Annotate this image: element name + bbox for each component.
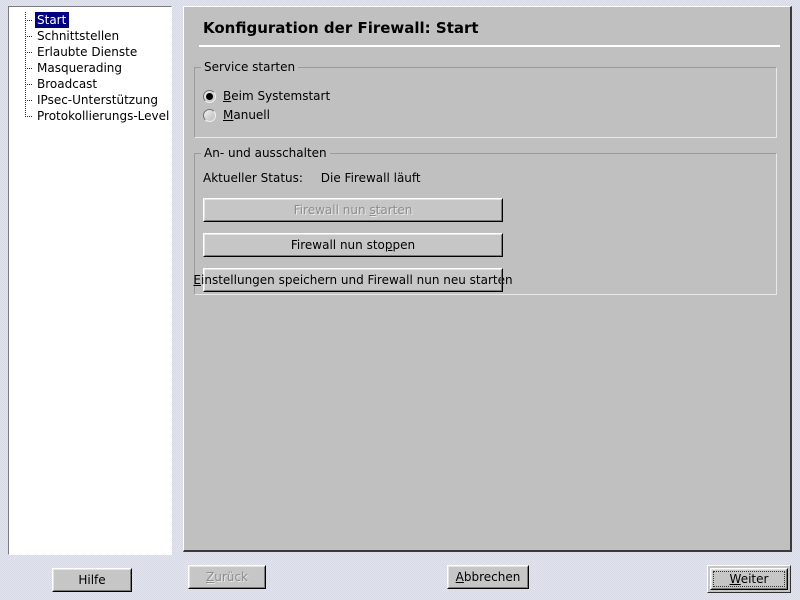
tree-item-masquerading[interactable]: Masquerading — [9, 60, 171, 76]
cancel-button[interactable]: Abbrechen — [447, 565, 529, 589]
tree-item-protokollierungs-level[interactable]: Protokollierungs-Level — [9, 108, 171, 124]
navigation-tree-panel: Start Schnittstellen Erlaubte Dienste Ma… — [8, 6, 172, 555]
tree-item-broadcast[interactable]: Broadcast — [9, 76, 171, 92]
help-button-label: Hilfe — [78, 573, 106, 587]
tree-item-label: Protokollierungs-Level — [37, 109, 170, 123]
tree-item-label: Broadcast — [37, 77, 98, 91]
next-button[interactable]: Weiter — [710, 568, 788, 590]
navigation-tree: Start Schnittstellen Erlaubte Dienste Ma… — [9, 7, 171, 124]
tree-item-schnittstellen[interactable]: Schnittstellen — [9, 28, 171, 44]
bottom-button-bar: Hilfe Zurück Abbrechen Weiter — [0, 556, 800, 600]
back-button-label: Zurück — [206, 570, 248, 584]
yast-firewall-window: Start Schnittstellen Erlaubte Dienste Ma… — [0, 0, 800, 600]
help-button[interactable]: Hilfe — [52, 568, 132, 592]
tree-item-ipsec-unterstuetzung[interactable]: IPsec-Unterstützung — [9, 92, 171, 108]
title-separator — [199, 45, 780, 47]
back-button[interactable]: Zurück — [188, 565, 266, 589]
tree-item-label: IPsec-Unterstützung — [37, 93, 158, 107]
start-firewall-button[interactable]: Firewall nun starten — [203, 198, 503, 222]
stop-firewall-button[interactable]: Firewall nun stoppen — [203, 233, 503, 257]
tree-item-erlaubte-dienste[interactable]: Erlaubte Dienste — [9, 44, 171, 60]
radio-unselected-icon — [203, 108, 216, 122]
radio-beim-systemstart[interactable]: Beim Systemstart — [203, 87, 330, 105]
stop-firewall-button-label: Firewall nun stoppen — [290, 238, 416, 252]
onoff-group-title: An- und ausschalten — [201, 146, 330, 160]
radio-manuell[interactable]: Manuell — [203, 106, 270, 124]
tree-item-label: Masquerading — [37, 61, 123, 75]
radio-manuell-label: Manuell — [223, 108, 270, 122]
firewall-status-value: Die Firewall läuft — [320, 171, 421, 185]
next-button-label: Weiter — [729, 572, 769, 586]
service-start-group-title: Service starten — [201, 60, 299, 74]
service-start-groupbox: Service starten Beim Systemstart Manuell — [194, 60, 777, 138]
cancel-button-label: Abbrechen — [455, 570, 521, 584]
save-and-restart-firewall-button[interactable]: Einstellungen speichern und Firewall nun… — [193, 268, 513, 292]
radio-selected-icon — [203, 89, 216, 103]
save-and-restart-firewall-button-label: Einstellungen speichern und Firewall nun… — [193, 273, 513, 287]
tree-item-label: Erlaubte Dienste — [37, 45, 138, 59]
next-button-default-frame: Weiter — [707, 565, 791, 593]
firewall-status-row: Aktueller Status: Die Firewall läuft — [203, 171, 421, 185]
onoff-groupbox: An- und ausschalten Aktueller Status: Di… — [193, 146, 777, 295]
content-inner: Konfiguration der Firewall: Start Servic… — [184, 7, 790, 550]
tree-item-start[interactable]: Start — [9, 12, 171, 28]
firewall-status-label: Aktueller Status: — [203, 171, 303, 185]
content-panel: Konfiguration der Firewall: Start Servic… — [183, 6, 792, 552]
tree-item-label: Schnittstellen — [37, 29, 120, 43]
radio-beim-systemstart-label: Beim Systemstart — [223, 89, 331, 103]
tree-item-label: Start — [35, 12, 70, 28]
start-firewall-button-label: Firewall nun starten — [293, 203, 413, 217]
page-title: Konfiguration der Firewall: Start — [203, 19, 479, 37]
